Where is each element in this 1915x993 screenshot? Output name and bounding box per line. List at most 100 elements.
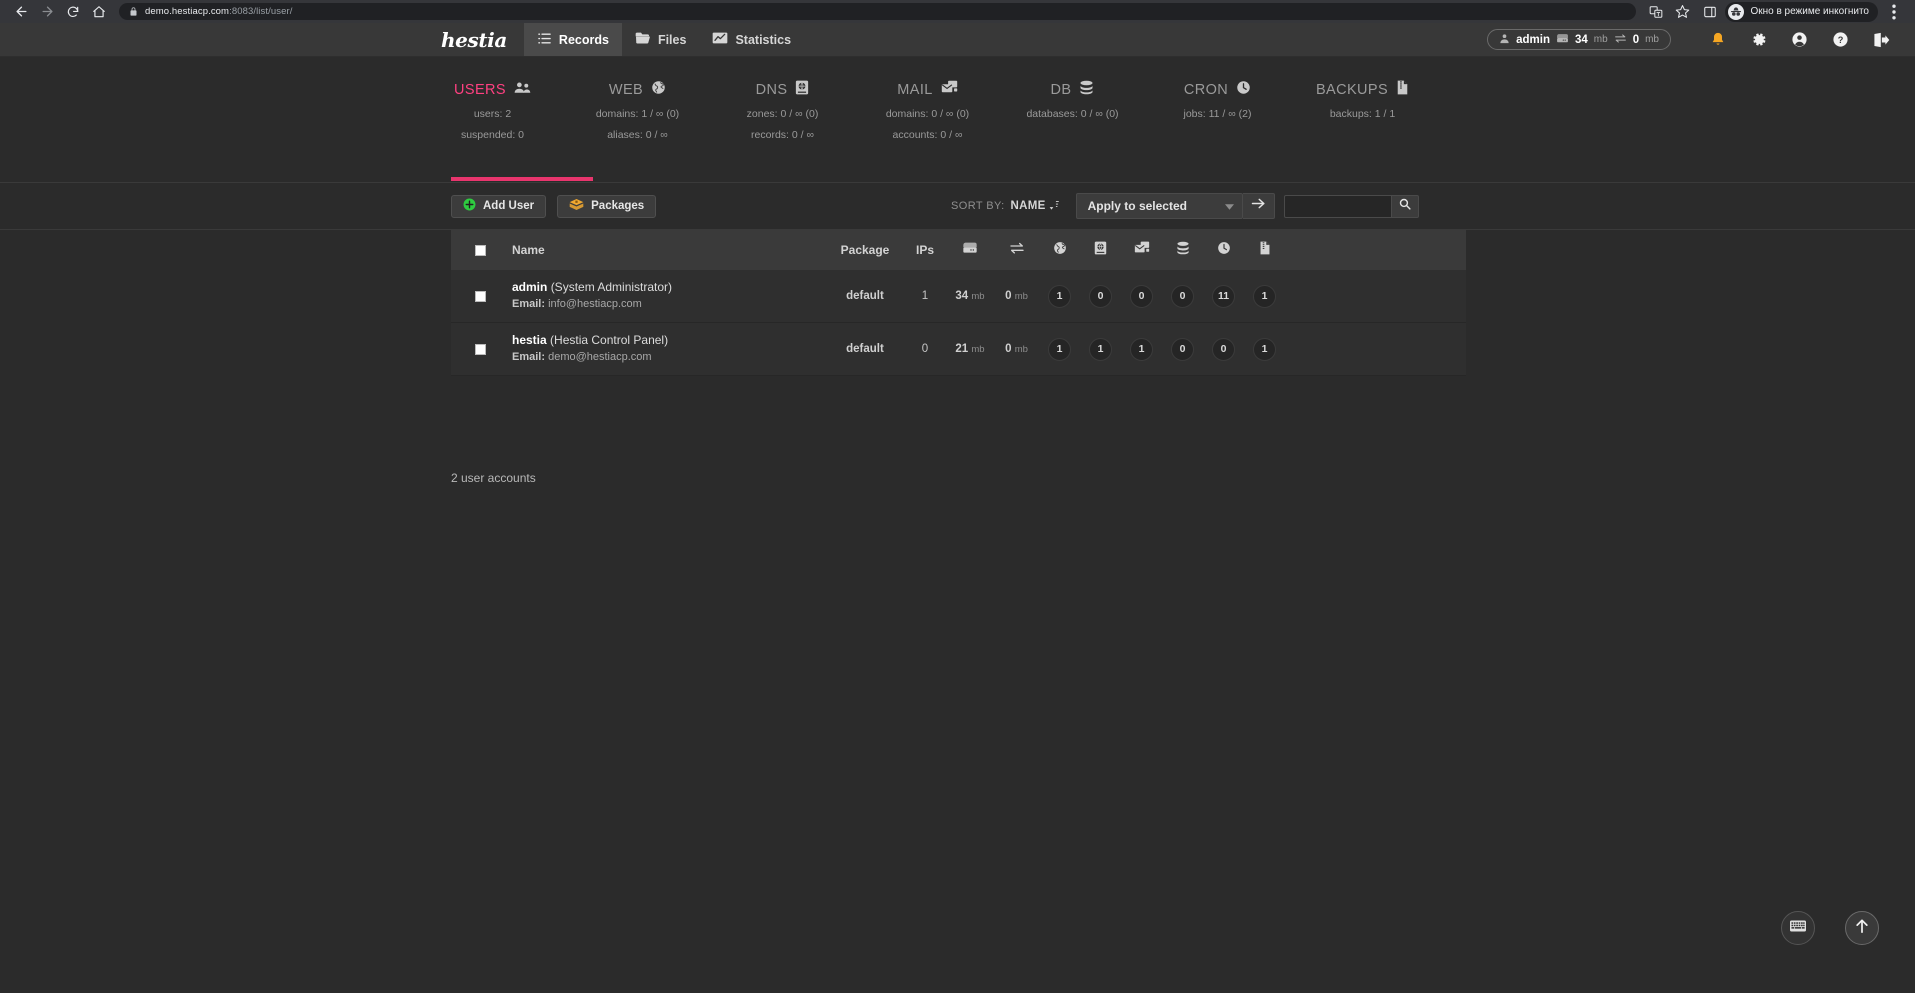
backup-icon: [1396, 80, 1409, 100]
apply-to-selected-select[interactable]: Apply to selected: [1075, 193, 1243, 219]
column-header-ips[interactable]: IPs: [904, 243, 946, 257]
reload-icon[interactable]: [60, 2, 86, 22]
kebab-menu-icon[interactable]: [1880, 2, 1907, 22]
column-header-bandwidth[interactable]: [994, 241, 1039, 259]
row-cron-count[interactable]: 0: [1203, 337, 1244, 361]
address-bar[interactable]: demo.hestiacp.com:8083/list/user/: [119, 3, 1637, 20]
account-icon[interactable]: [1779, 23, 1820, 57]
back-arrow-icon[interactable]: [8, 2, 34, 22]
notifications-icon[interactable]: [1697, 23, 1738, 57]
transfer-icon: [1614, 33, 1627, 47]
row-mail-count[interactable]: 0: [1121, 284, 1162, 308]
side-panel-icon[interactable]: [1696, 2, 1723, 22]
column-header-db[interactable]: [1162, 241, 1203, 260]
incognito-indicator[interactable]: Окно в режиме инкогнито: [1725, 1, 1878, 22]
user-pill-disk: 34: [1574, 33, 1588, 46]
row-disk: 21 mb: [955, 343, 985, 355]
help-icon[interactable]: ?: [1820, 23, 1861, 57]
user-pill-bandwidth-unit: mb: [1645, 34, 1659, 45]
row-mail-count[interactable]: 1: [1121, 337, 1162, 361]
stat-head: CRON: [1145, 80, 1290, 99]
row-checkbox[interactable]: [451, 343, 509, 355]
column-header-web[interactable]: [1039, 241, 1080, 260]
logout-icon[interactable]: [1861, 23, 1902, 57]
forward-arrow-icon[interactable]: [34, 2, 60, 22]
table-row[interactable]: hestia (Hestia Control Panel) Email: dem…: [451, 323, 1466, 376]
sort-by-control[interactable]: NAME: [1011, 199, 1059, 214]
row-description: (System Administrator): [550, 279, 673, 294]
active-tab-underline: [451, 177, 593, 181]
row-backup-count[interactable]: 1: [1244, 284, 1285, 308]
stat-col-dns[interactable]: DNS zones: 0 / ∞ (0) records: 0 / ∞: [710, 80, 855, 141]
menu-item-files[interactable]: Files: [622, 23, 700, 56]
browser-actions: Окно в режиме инкогнито: [1642, 0, 1907, 23]
row-dns-count[interactable]: 0: [1080, 284, 1121, 308]
stat-col-mail[interactable]: MAIL domains: 0 / ∞ (0) accounts: 0 / ∞: [855, 80, 1000, 141]
translate-icon[interactable]: [1642, 2, 1669, 22]
scroll-to-top-button[interactable]: [1845, 911, 1879, 945]
packages-button[interactable]: Packages: [557, 194, 657, 218]
row-db-count[interactable]: 0: [1162, 284, 1203, 308]
hestia-logo[interactable]: hestia: [441, 30, 507, 50]
row-backup-count[interactable]: 1: [1244, 337, 1285, 361]
apply-go-button[interactable]: [1242, 193, 1275, 219]
column-header-disk[interactable]: [946, 241, 994, 259]
column-header-package[interactable]: Package: [826, 243, 904, 257]
stat-col-db[interactable]: DB databases: 0 / ∞ (0): [1000, 80, 1145, 141]
packages-icon: [569, 198, 584, 214]
stat-title: BACKUPS: [1315, 81, 1389, 98]
menu-item-records[interactable]: Records: [523, 23, 622, 56]
row-description: (Hestia Control Panel): [550, 332, 669, 347]
stat-col-users[interactable]: USERS users: 2 suspended: 0: [420, 80, 565, 141]
row-cron-count[interactable]: 11: [1203, 284, 1244, 308]
star-icon[interactable]: [1669, 2, 1696, 22]
column-header-name[interactable]: Name: [509, 243, 826, 257]
clock-icon: [1236, 80, 1251, 100]
mail-icon: [941, 80, 958, 99]
home-icon[interactable]: [86, 2, 112, 22]
stat-line: users: 2: [473, 108, 512, 120]
stat-col-web[interactable]: WEB domains: 1 / ∞ (0) aliases: 0 / ∞: [565, 80, 710, 141]
row-user-title: admin (System Administrator): [512, 279, 826, 295]
column-header-backup[interactable]: [1244, 241, 1285, 260]
dns-icon: [795, 80, 809, 100]
stat-head: BACKUPS: [1290, 80, 1435, 99]
column-header-cron[interactable]: [1203, 241, 1244, 260]
stat-title: USERS: [454, 81, 506, 98]
search-button[interactable]: [1391, 194, 1419, 218]
gear-icon[interactable]: [1738, 23, 1779, 57]
hestia-top-navigation: hestia Records Files Statistics admin 34…: [0, 23, 1915, 57]
stat-line: records: 0 / ∞: [751, 129, 814, 141]
column-header-mail[interactable]: [1121, 241, 1162, 259]
row-web-count[interactable]: 1: [1039, 337, 1080, 361]
browser-toolbar: demo.hestiacp.com:8083/list/user/ Окно в…: [0, 0, 1915, 23]
row-bandwidth: 0 mb: [1005, 343, 1028, 355]
row-web-count[interactable]: 1: [1039, 284, 1080, 308]
search-icon: [1399, 197, 1411, 215]
select-all-checkbox[interactable]: [451, 244, 509, 256]
globe-icon: [1053, 241, 1067, 260]
column-header-dns[interactable]: [1080, 241, 1121, 260]
stat-line: jobs: 11 / ∞ (2): [1183, 108, 1252, 120]
row-dns-count[interactable]: 1: [1080, 337, 1121, 361]
floating-actions: [1781, 911, 1879, 945]
list-records-icon: [537, 31, 552, 49]
stat-title: CRON: [1183, 81, 1229, 98]
stat-col-backups[interactable]: BACKUPS backups: 1 / 1: [1290, 80, 1435, 141]
user-status-pill[interactable]: admin 34 mb 0 mb: [1487, 29, 1671, 50]
row-db-count[interactable]: 0: [1162, 337, 1203, 361]
row-username[interactable]: admin: [512, 280, 547, 294]
search-input[interactable]: [1283, 194, 1392, 218]
add-user-label: Add User: [483, 200, 535, 212]
table-row[interactable]: admin (System Administrator) Email: info…: [451, 270, 1466, 323]
row-username[interactable]: hestia: [512, 333, 547, 347]
keyboard-shortcuts-button[interactable]: [1781, 911, 1815, 945]
stat-col-cron[interactable]: CRON jobs: 11 / ∞ (2): [1145, 80, 1290, 141]
stat-title: MAIL: [897, 81, 933, 98]
add-user-button[interactable]: Add User: [451, 194, 547, 218]
row-checkbox[interactable]: [451, 290, 509, 302]
incognito-label: Окно в режиме инкогнито: [1750, 6, 1869, 17]
menu-item-statistics[interactable]: Statistics: [699, 23, 804, 56]
menu-item-label: Statistics: [735, 32, 792, 47]
dns-icon: [1094, 241, 1107, 260]
